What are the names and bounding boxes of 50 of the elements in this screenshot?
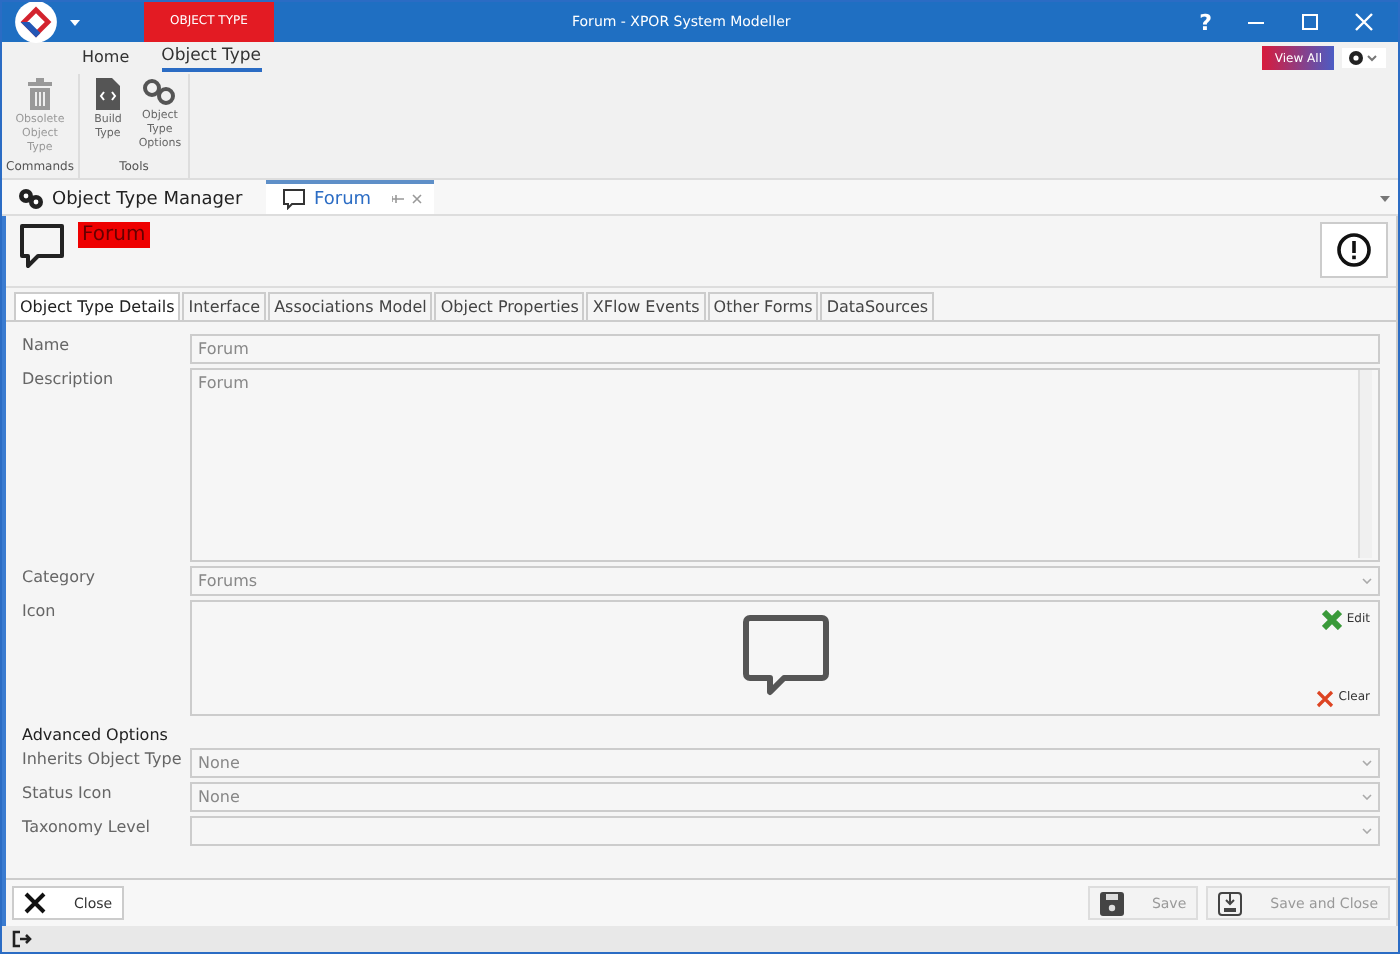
chevron-down-icon <box>1362 794 1372 800</box>
form-tab[interactable]: Other Forms <box>707 292 819 320</box>
form-tab[interactable]: Object Properties <box>434 292 585 320</box>
pin-icon[interactable] <box>391 194 404 204</box>
eye-icon <box>1348 50 1380 66</box>
app-logo-icon[interactable] <box>14 2 58 44</box>
form-tab[interactable]: Associations Model <box>268 292 433 320</box>
form-tab[interactable]: Interface <box>182 292 267 320</box>
help-button[interactable]: ? <box>1199 9 1212 35</box>
warning-button[interactable] <box>1320 222 1388 278</box>
ribbon-tab[interactable]: Home <box>82 48 130 68</box>
object-title: Forum <box>78 222 150 248</box>
field-label: Description <box>22 368 116 388</box>
dropdown-arrow-icon[interactable] <box>70 19 80 25</box>
form-tab[interactable]: Object Type Details <box>14 292 181 320</box>
document-tab[interactable]: Forum <box>266 180 434 214</box>
maximize-icon[interactable] <box>1300 12 1320 32</box>
cross-icon <box>1322 610 1343 630</box>
dropdown-field[interactable] <box>190 816 1380 846</box>
chat-bubble-icon <box>18 222 66 270</box>
save-icon <box>1099 891 1124 915</box>
field-label: Inherits Object Type <box>22 748 184 768</box>
chat-bubble-icon <box>741 614 829 698</box>
close-icon <box>1316 689 1335 707</box>
form-tab[interactable]: XFlow Events <box>586 292 706 320</box>
chevron-down-icon <box>1362 828 1372 834</box>
ribbon-tab[interactable]: Object Type <box>161 45 262 71</box>
chevron-down-icon <box>1362 760 1372 766</box>
code-file-icon <box>95 78 120 110</box>
dropdown-arrow-icon[interactable] <box>1380 196 1390 202</box>
section-heading: Advanced Options <box>22 726 170 744</box>
field-label: Icon <box>22 600 58 620</box>
close-icon[interactable] <box>411 194 422 204</box>
scrollbar[interactable] <box>1358 370 1372 558</box>
field-label: Status Icon <box>22 782 114 802</box>
field-label: Category <box>22 566 98 586</box>
save-close-icon <box>1218 891 1243 915</box>
chat-bubble-icon <box>282 188 306 210</box>
chevron-down-icon <box>1362 578 1372 584</box>
gears-icon <box>18 188 44 210</box>
gears-icon <box>141 78 178 106</box>
view-menu-button[interactable] <box>1342 48 1386 68</box>
form-tab[interactable]: DataSources <box>820 292 935 320</box>
field-label: Name <box>22 334 72 354</box>
exclamation-icon <box>1336 232 1372 268</box>
close-icon <box>24 892 46 914</box>
trash-icon <box>25 78 54 110</box>
document-tab[interactable]: Object Type Manager <box>2 184 266 214</box>
sign-out-icon[interactable] <box>12 930 32 948</box>
field-label: Taxonomy Level <box>22 816 152 836</box>
